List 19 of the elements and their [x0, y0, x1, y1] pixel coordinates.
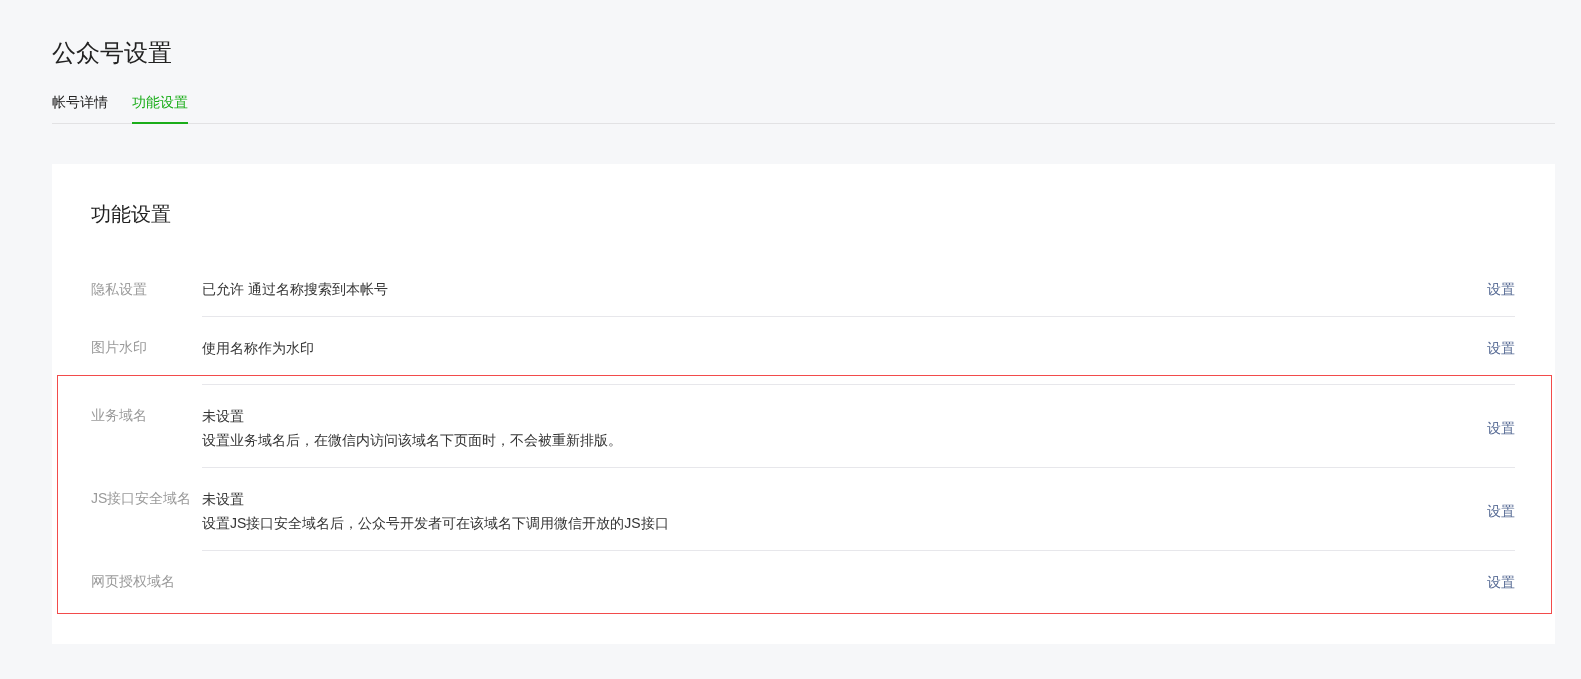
setting-value: 未设置 — [202, 490, 245, 509]
setting-label: 网页授权域名 — [91, 572, 176, 591]
setting-value: 设置JS接口安全域名后，公众号开发者可在该域名下调用微信开放的JS接口 — [202, 514, 670, 533]
setting-value: 已允许 通过名称搜索到本帐号 — [202, 280, 389, 299]
setting-label: 业务域名 — [91, 406, 148, 425]
section-title: 功能设置 — [91, 202, 172, 227]
settings-link[interactable]: 设置 — [1487, 416, 1515, 440]
settings-link[interactable]: 设置 — [1487, 277, 1515, 301]
setting-value: 使用名称作为水印 — [202, 339, 315, 358]
settings-link[interactable]: 设置 — [1487, 499, 1515, 523]
setting-value: 设置业务域名后，在微信内访问该域名下页面时，不会被重新排版。 — [202, 431, 623, 450]
settings-link[interactable]: 设置 — [1487, 570, 1515, 594]
tab[interactable]: 帐号详情 — [52, 92, 108, 124]
page-title: 公众号设置 — [52, 38, 173, 68]
setting-label: JS接口安全域名 — [91, 489, 193, 508]
setting-label: 隐私设置 — [91, 280, 148, 299]
setting-value: 未设置 — [202, 407, 245, 426]
setting-label: 图片水印 — [91, 338, 148, 357]
settings-link[interactable]: 设置 — [1487, 336, 1515, 360]
